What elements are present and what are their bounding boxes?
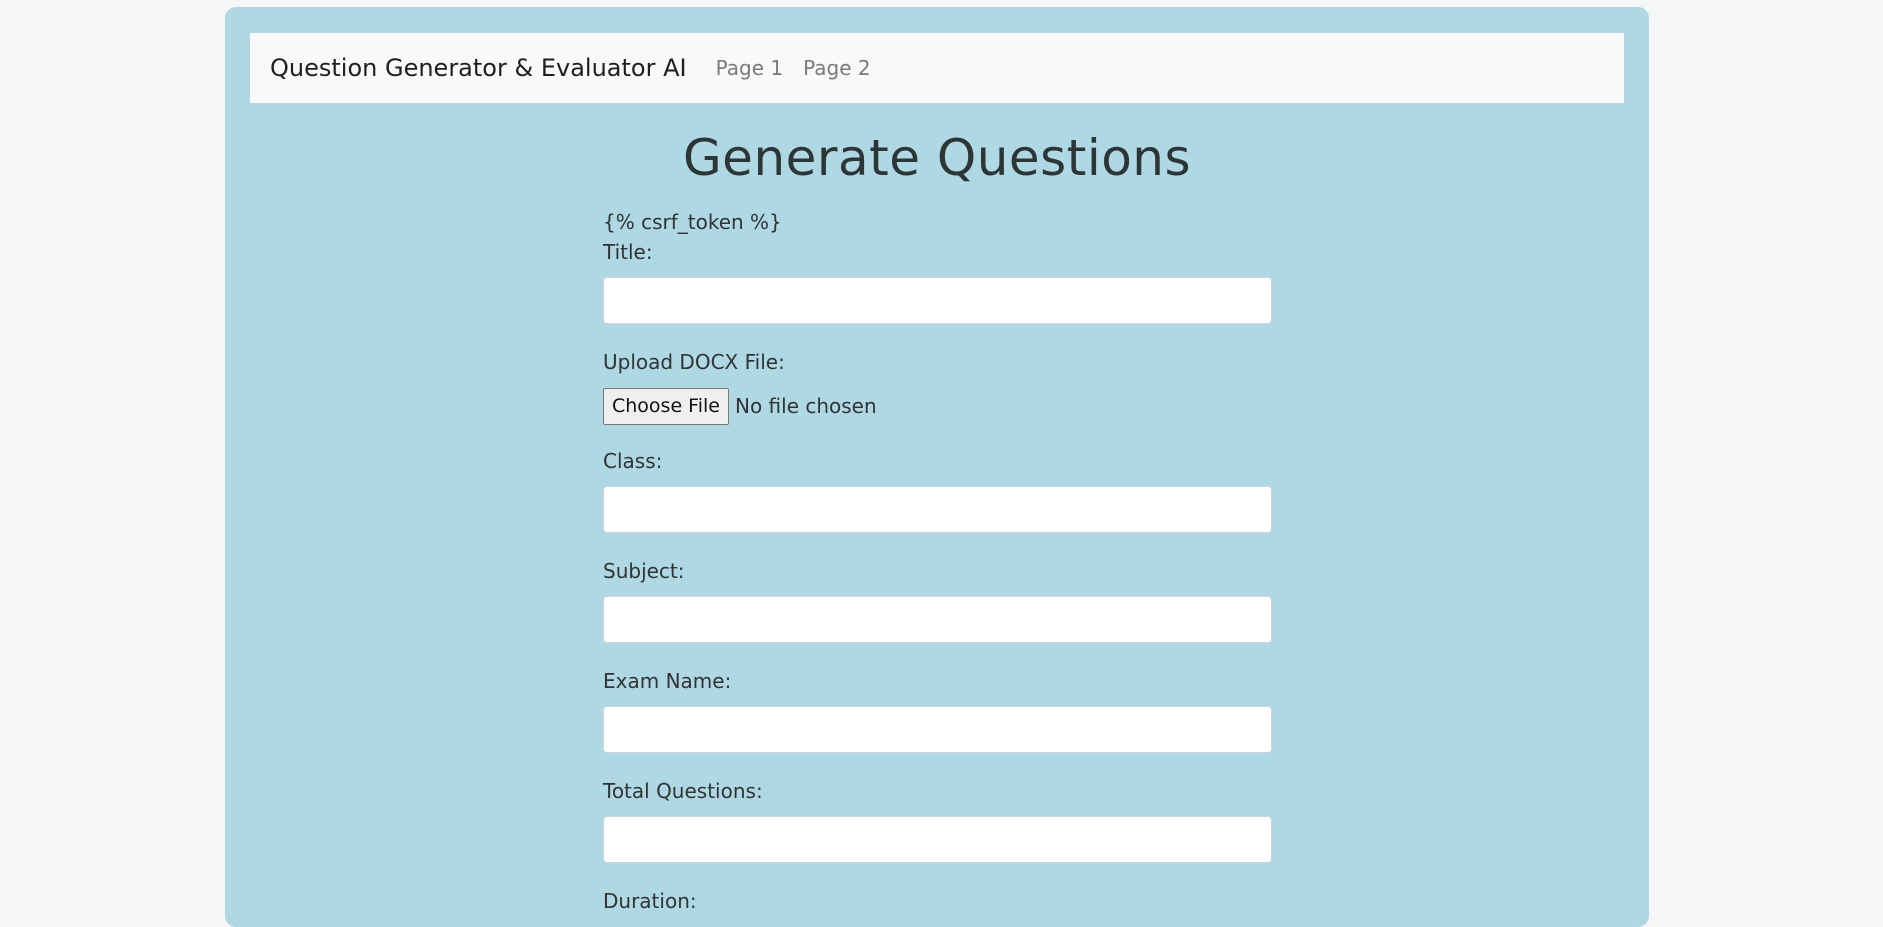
total-questions-input[interactable] xyxy=(603,816,1272,863)
title-label: Title: xyxy=(603,240,653,264)
template-token-text: {% csrf_token %} xyxy=(603,210,782,234)
upload-docx-label: Upload DOCX File: xyxy=(603,350,785,374)
class-label: Class: xyxy=(603,449,663,473)
subject-label: Subject: xyxy=(603,559,685,583)
navbar-brand[interactable]: Question Generator & Evaluator AI xyxy=(270,54,687,82)
navbar: Question Generator & Evaluator AI Page 1… xyxy=(250,33,1624,103)
nav-link-page-1[interactable]: Page 1 xyxy=(716,56,784,80)
class-input[interactable] xyxy=(603,486,1272,533)
title-input[interactable] xyxy=(603,277,1272,324)
exam-name-label: Exam Name: xyxy=(603,669,732,693)
nav-link-page-2[interactable]: Page 2 xyxy=(803,56,871,80)
page-title: Generate Questions xyxy=(682,129,1192,187)
file-upload-control: Choose File No file chosen xyxy=(603,387,1272,425)
subject-input[interactable] xyxy=(603,596,1272,643)
total-questions-label: Total Questions: xyxy=(603,779,763,803)
main-card: Question Generator & Evaluator AI Page 1… xyxy=(225,7,1649,927)
choose-file-button[interactable]: Choose File xyxy=(603,387,729,425)
duration-label: Duration: xyxy=(603,889,697,913)
file-status-text: No file chosen xyxy=(734,394,877,418)
exam-name-input[interactable] xyxy=(603,706,1272,753)
generate-questions-form: {% csrf_token %} Title: Upload DOCX File… xyxy=(603,207,1272,916)
